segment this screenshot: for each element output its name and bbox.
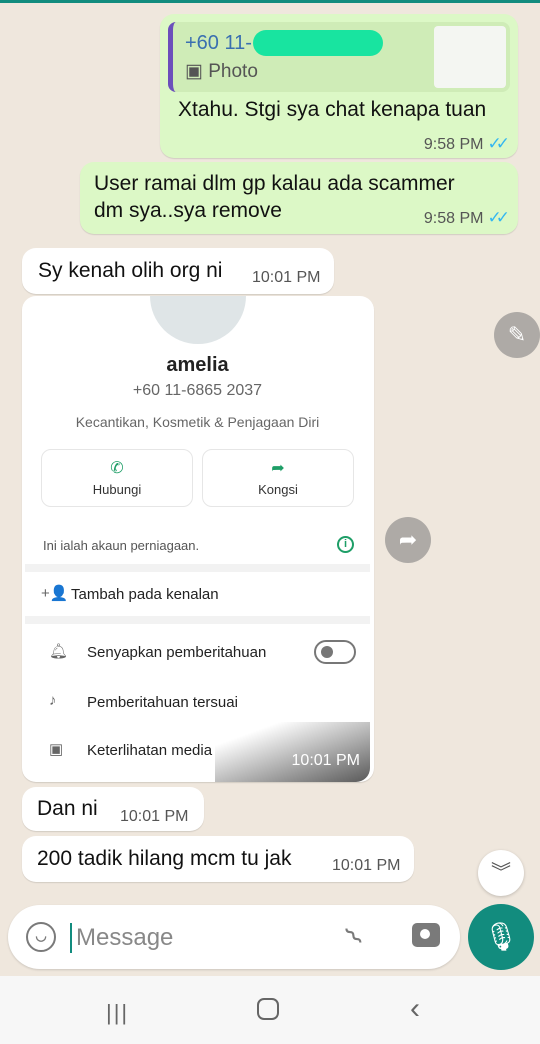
message-time: 9:58 PM ✓✓ <box>423 208 510 227</box>
scroll-to-bottom-button[interactable]: ︾ <box>478 850 524 896</box>
reply-quote-thumbnail <box>434 26 506 88</box>
emoji-icon[interactable]: ◡ <box>26 922 56 952</box>
divider <box>25 616 370 624</box>
message-bubble-incoming[interactable]: 200 tadik hilang mcm tu jak 10:01 PM <box>22 836 414 882</box>
message-input-bar[interactable]: ◡ Message ⌇ <box>8 905 460 969</box>
message-time: 10:01 PM <box>291 752 360 769</box>
mute-toggle <box>314 640 356 664</box>
message-text-line: User ramai dlm gp kalau ada scammer <box>94 172 455 195</box>
photo-icon: ▣ <box>185 61 203 82</box>
read-ticks-icon: ✓✓ <box>487 134 510 153</box>
message-text: Dan ni <box>37 797 98 820</box>
top-accent-line <box>0 0 540 3</box>
message-input-placeholder[interactable]: Message <box>76 924 173 952</box>
attach-icon[interactable]: ⌇ <box>339 921 370 952</box>
message-bubble-incoming[interactable]: Dan ni 10:01 PM <box>22 787 204 831</box>
custom-notification-row: ♪ Pemberitahuan tersuai <box>49 692 238 711</box>
chevron-down-icon: ︾ <box>491 862 511 884</box>
message-bubble-outgoing[interactable]: User ramai dlm gp kalau ada scammer dm s… <box>80 162 518 234</box>
add-contact-row: +👤 Tambah pada kenalan <box>41 585 219 603</box>
mute-row: 🔔︎ Senyapkan pemberitahuan <box>25 634 370 674</box>
recent-apps-icon[interactable]: ||| <box>106 1000 129 1026</box>
message-time: 9:58 PM ✓✓ <box>423 134 510 153</box>
home-icon[interactable] <box>257 998 279 1020</box>
reply-quote[interactable]: +60 11- ▣ Photo <box>168 22 510 92</box>
message-time: 10:01 PM <box>332 857 401 874</box>
mic-icon[interactable]: 🎙︎ <box>468 904 534 970</box>
message-bubble-incoming[interactable]: Sy kenah olih org ni 10:01 PM <box>22 248 334 294</box>
info-icon: i <box>337 536 354 553</box>
message-text: 200 tadik hilang mcm tu jak <box>37 847 292 870</box>
avatar <box>150 296 246 344</box>
message-time: 10:01 PM <box>120 808 189 825</box>
call-button: ✆ Hubungi <box>41 449 193 507</box>
profile-name: amelia <box>166 354 229 376</box>
edit-icon[interactable]: ✎ <box>494 312 540 358</box>
message-time: 10:01 PM <box>252 269 321 286</box>
share-button: ➦ Kongsi <box>202 449 354 507</box>
reply-quote-name: +60 11- <box>185 32 252 54</box>
profile-phone: +60 11-6865 2037 <box>132 382 263 399</box>
add-person-icon: +👤 <box>41 585 69 602</box>
business-notice: Ini ialah akaun perniagaan. <box>43 538 200 553</box>
camera-icon[interactable] <box>412 923 440 947</box>
forward-icon[interactable]: ➦ <box>385 517 431 563</box>
divider <box>25 564 370 572</box>
message-bubble-outgoing[interactable]: +60 11- ▣ Photo Xtahu. Stgi sya chat ken… <box>160 14 518 158</box>
message-image-bubble[interactable]: amelia +60 11-6865 2037 Kecantikan, Kosm… <box>22 296 374 782</box>
phone-icon: ✆ <box>110 460 124 477</box>
message-text: Xtahu. Stgi sya chat kenapa tuan <box>178 98 487 121</box>
message-text-line: dm sya..sya remove <box>94 199 282 222</box>
reply-quote-type: ▣ Photo <box>185 61 258 82</box>
profile-category: Kecantikan, Kosmetik & Penjagaan Diri <box>75 414 320 430</box>
message-text: Sy kenah olih org ni <box>38 259 223 282</box>
back-icon[interactable]: ‹ <box>410 992 420 1026</box>
system-nav-bar: ||| ‹ <box>0 976 540 1044</box>
share-icon: ➦ <box>271 460 285 477</box>
bell-icon: 🔔︎ <box>49 643 69 660</box>
image-icon: ▣ <box>49 741 64 758</box>
music-note-icon: ♪ <box>49 692 57 709</box>
text-cursor <box>70 923 72 953</box>
redaction-mark <box>253 30 383 56</box>
profile-screenshot[interactable]: amelia +60 11-6865 2037 Kecantikan, Kosm… <box>25 296 370 782</box>
read-ticks-icon: ✓✓ <box>487 208 510 227</box>
